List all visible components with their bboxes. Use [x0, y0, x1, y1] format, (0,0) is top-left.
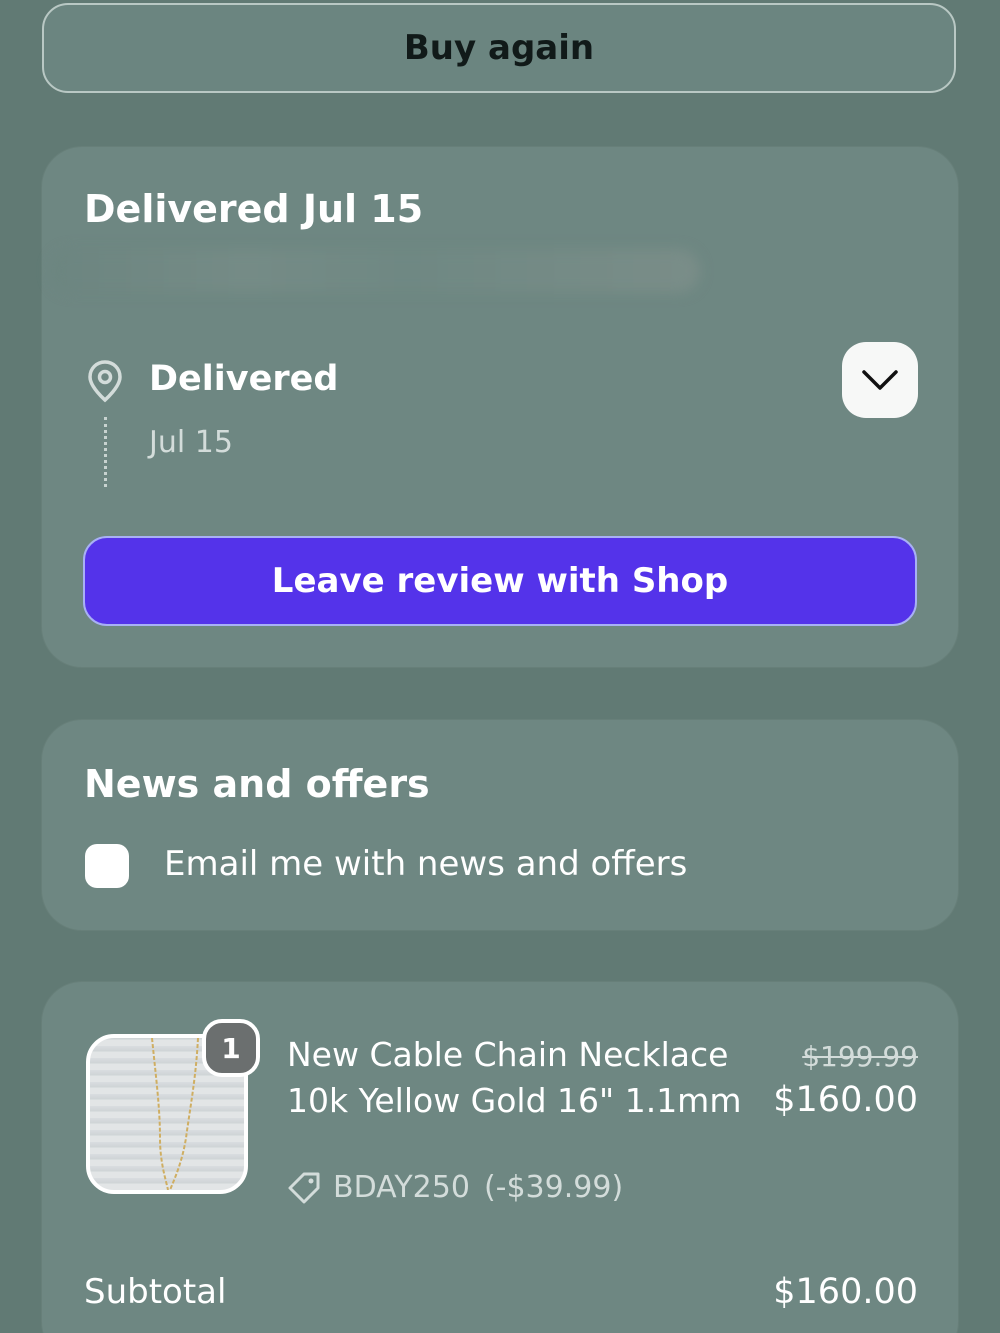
product-name: New Cable Chain Necklace 10k Yellow Gold… — [287, 1035, 742, 1120]
redacted-tracking-info — [50, 249, 700, 293]
email-offers-checkbox[interactable] — [85, 844, 129, 888]
discount-code: BDAY250 — [333, 1170, 470, 1205]
timeline-connector — [104, 417, 107, 487]
leave-review-label: Leave review with Shop — [271, 561, 729, 601]
delivery-status: Delivered — [149, 359, 339, 399]
news-offers-card: News and offers Email me with news and o… — [42, 720, 958, 930]
quantity-badge: 1 — [202, 1019, 260, 1077]
email-offers-label[interactable]: Email me with news and offers — [164, 844, 687, 884]
expand-tracking-button[interactable] — [842, 342, 918, 418]
order-summary-card: 1 New Cable Chain Necklace 10k Yellow Go… — [42, 982, 958, 1333]
leave-review-button[interactable]: Leave review with Shop — [83, 536, 917, 626]
buy-again-button[interactable]: Buy again — [42, 3, 956, 93]
subtotal-label: Subtotal — [84, 1272, 227, 1312]
delivery-date: Jul 15 — [149, 425, 233, 460]
chevron-down-icon — [862, 370, 898, 390]
delivery-title: Delivered Jul 15 — [84, 187, 424, 231]
order-status-page: Buy again Delivered Jul 15 Delivered Jul… — [0, 0, 1000, 1333]
current-price: $160.00 — [773, 1080, 918, 1120]
discount-amount: (-$39.99) — [483, 1170, 624, 1205]
delivery-card: Delivered Jul 15 Delivered Jul 15 Leave … — [42, 147, 958, 667]
subtotal-value: $160.00 — [773, 1272, 918, 1312]
news-title: News and offers — [84, 762, 430, 806]
tag-icon — [288, 1172, 320, 1203]
discount-code-row: BDAY250 (-$39.99) — [287, 1170, 623, 1205]
original-price: $199.99 — [802, 1040, 918, 1073]
buy-again-label: Buy again — [403, 28, 595, 68]
location-pin-icon — [86, 359, 124, 403]
